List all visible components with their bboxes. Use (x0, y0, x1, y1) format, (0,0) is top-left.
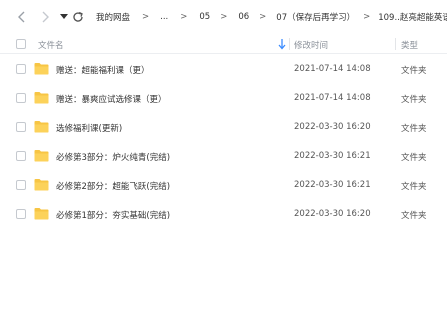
file-modified: 2022-03-30 16:20 (294, 209, 371, 219)
history-dropdown-icon[interactable] (57, 10, 71, 24)
file-list-header: 文件名 修改时间 类型 (0, 34, 447, 54)
file-row[interactable]: 必修第3部分：炉火纯青(完结) 2022-03-30 16:21 文件夹 (0, 142, 447, 171)
back-arrow-icon[interactable] (14, 10, 28, 24)
file-name[interactable]: 赠送：超能福利课（更） (56, 64, 150, 76)
file-name[interactable]: 必修第2部分：超能飞跃(完结) (56, 180, 170, 192)
folder-icon (34, 178, 49, 191)
breadcrumb-separator: > (220, 12, 228, 22)
breadcrumb-separator: > (259, 12, 267, 22)
breadcrumb-separator: > (363, 12, 371, 22)
file-type: 文件夹 (401, 66, 427, 76)
file-type: 文件夹 (401, 182, 427, 192)
column-header-modified[interactable]: 修改时间 (294, 39, 328, 51)
sort-down-icon[interactable] (277, 38, 287, 50)
breadcrumb-item[interactable]: 05 (199, 12, 210, 22)
row-checkbox[interactable] (16, 122, 26, 132)
folder-icon (34, 62, 49, 75)
file-modified: 2022-03-30 16:21 (294, 180, 371, 190)
row-checkbox[interactable] (16, 93, 26, 103)
column-divider[interactable] (395, 38, 396, 50)
file-type: 文件夹 (401, 124, 427, 134)
file-modified: 2022-03-30 16:21 (294, 151, 371, 161)
breadcrumb-item[interactable]: 我的网盘 (96, 11, 130, 23)
select-all-checkbox[interactable] (16, 39, 26, 49)
folder-icon (34, 207, 49, 220)
breadcrumb-item[interactable]: 06 (238, 12, 249, 22)
file-modified: 2021-07-14 14:08 (294, 64, 371, 74)
row-checkbox[interactable] (16, 64, 26, 74)
row-checkbox[interactable] (16, 180, 26, 190)
breadcrumb-item[interactable]: ... (160, 12, 168, 22)
refresh-icon[interactable] (71, 10, 85, 24)
file-row[interactable]: 必修第2部分：超能飞跃(完结) 2022-03-30 16:21 文件夹 (0, 171, 447, 200)
file-modified: 2022-03-30 16:20 (294, 122, 371, 132)
forward-arrow-icon[interactable] (38, 10, 52, 24)
file-row[interactable]: 赠送：超能福利课（更） 2021-07-14 14:08 文件夹 (0, 55, 447, 84)
breadcrumb-separator: > (142, 12, 150, 22)
file-type: 文件夹 (401, 95, 427, 105)
file-type: 文件夹 (401, 211, 427, 221)
file-row[interactable]: 必修第1部分：夯实基础(完结) 2022-03-30 16:20 文件夹 (0, 200, 447, 229)
file-name[interactable]: 选修福利课(更新) (56, 122, 122, 134)
column-divider[interactable] (289, 38, 290, 50)
file-name[interactable]: 赠送：暴爽应试选修课（更） (56, 93, 167, 105)
file-modified: 2021-07-14 14:08 (294, 93, 371, 103)
file-name[interactable]: 必修第1部分：夯实基础(完结) (56, 209, 170, 221)
breadcrumb: 我的网盘 > ... > 05 > 06 > 07（保存后再学习） > 109.… (96, 11, 447, 23)
row-checkbox[interactable] (16, 209, 26, 219)
breadcrumb-item[interactable]: 07（保存后再学习） (276, 11, 355, 23)
breadcrumb-separator: > (180, 12, 188, 22)
folder-icon (34, 149, 49, 162)
file-type: 文件夹 (401, 153, 427, 163)
breadcrumb-item-current[interactable]: 109..赵亮超能英语 (378, 11, 447, 23)
folder-icon (34, 120, 49, 133)
file-row[interactable]: 赠送：暴爽应试选修课（更） 2021-07-14 14:08 文件夹 (0, 84, 447, 113)
row-checkbox[interactable] (16, 151, 26, 161)
file-row[interactable]: 选修福利课(更新) 2022-03-30 16:20 文件夹 (0, 113, 447, 142)
column-header-name[interactable]: 文件名 (38, 39, 64, 51)
column-header-type[interactable]: 类型 (401, 39, 418, 51)
toolbar: 我的网盘 > ... > 05 > 06 > 07（保存后再学习） > 109.… (0, 0, 447, 34)
file-name[interactable]: 必修第3部分：炉火纯青(完结) (56, 151, 170, 163)
folder-icon (34, 91, 49, 104)
